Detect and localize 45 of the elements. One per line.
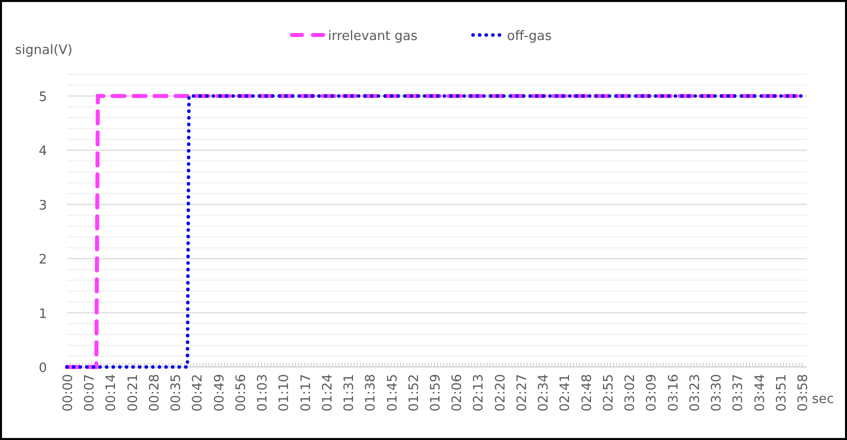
x-tick-label: 03:30 (710, 374, 725, 412)
legend-label: off-gas (507, 29, 552, 44)
x-tick-label: 00:00 (61, 374, 76, 412)
x-tick-label: 02:20 (493, 374, 508, 412)
y-tick-label: 5 (38, 90, 47, 105)
x-tick-label: 00:42 (190, 374, 206, 412)
legend-label: irrelevant gas (328, 29, 418, 44)
x-tick-label: 01:45 (385, 374, 400, 412)
x-tick-label: 03:16 (666, 374, 682, 412)
x-tick-label: 01:24 (320, 374, 336, 412)
x-tick-label: 00:28 (147, 374, 162, 412)
x-tick-label: 03:58 (796, 374, 811, 412)
x-tick-label: 00:35 (169, 374, 184, 412)
x-tick-label: 00:49 (212, 374, 228, 412)
x-axis-title: sec (812, 392, 834, 407)
x-tick-label: 01:59 (428, 374, 444, 412)
x-tick-label: 00:14 (104, 374, 120, 412)
x-tick-label: 02:27 (514, 374, 530, 412)
x-tick-label: 03:09 (644, 374, 660, 412)
x-tick-label: 03:02 (623, 374, 638, 412)
x-tick-label: 02:13 (472, 374, 487, 412)
x-tick-label: 01:52 (406, 374, 422, 412)
x-tick-label: 01:03 (256, 374, 271, 412)
y-tick-label: 0 (38, 361, 47, 376)
x-tick-label: 03:23 (688, 374, 703, 412)
x-tick-label: 03:51 (774, 374, 790, 412)
y-tick-label: 2 (38, 252, 47, 268)
x-tick-label: 00:56 (234, 374, 249, 412)
x-tick-label: 00:07 (82, 374, 98, 412)
y-tick-label: 4 (38, 144, 47, 160)
y-axis-title: signal(V) (15, 43, 72, 58)
y-tick-label: 1 (38, 306, 47, 322)
x-tick-label: 01:17 (298, 374, 314, 412)
x-tick-label: 01:10 (277, 374, 292, 412)
x-tick-label: 00:21 (126, 374, 141, 412)
x-tick-label: 01:31 (342, 374, 358, 412)
x-tick-label: 02:34 (536, 374, 552, 412)
x-tick-label: 02:55 (601, 374, 616, 412)
x-tick-label: 03:37 (731, 374, 746, 412)
x-tick-label: 02:41 (558, 374, 574, 412)
x-tick-label: 03:44 (752, 374, 768, 412)
x-tick-label: 02:06 (450, 374, 466, 412)
y-tick-label: 3 (38, 198, 47, 214)
x-tick-label: 01:38 (364, 374, 379, 412)
x-tick-label: 02:48 (580, 374, 595, 412)
